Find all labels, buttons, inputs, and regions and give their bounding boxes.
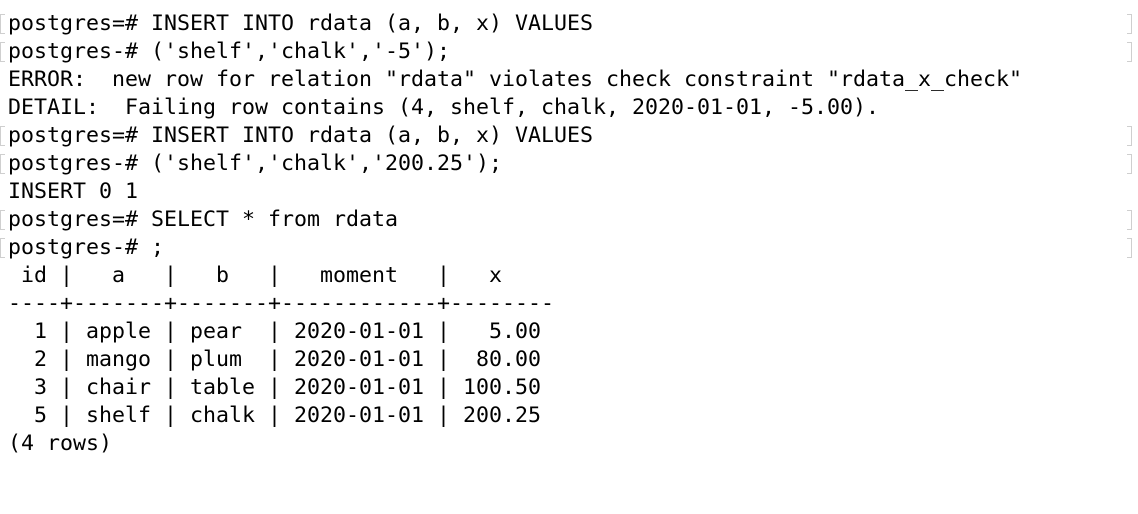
terminal-line: 1 | apple | pear | 2020-01-01 | 5.00	[0, 318, 1138, 346]
table-row: 3 | chair | table | 2020-01-01 | 100.50	[8, 375, 542, 400]
command-text: postgres=# INSERT INTO rdata (a, b, x) V…	[8, 11, 594, 36]
terminal-line: (4 rows)	[0, 430, 1138, 458]
line-mark-right	[1127, 42, 1132, 62]
line-mark-left	[0, 14, 5, 34]
terminal-line: postgres-# ('shelf','chalk','-5');	[0, 38, 1138, 66]
terminal-window[interactable]: postgres=# INSERT INTO rdata (a, b, x) V…	[0, 10, 1138, 472]
terminal-line: postgres=# INSERT INTO rdata (a, b, x) V…	[0, 10, 1138, 38]
terminal-line: postgres=# SELECT * from rdata	[0, 206, 1138, 234]
command-text: postgres-# ('shelf','chalk','-5');	[8, 39, 451, 64]
error-text: ERROR: new row for relation "rdata" viol…	[8, 67, 1023, 92]
table-row: 5 | shelf | chalk | 2020-01-01 | 200.25	[8, 403, 542, 428]
line-mark-left	[0, 42, 5, 62]
line-mark-right	[1127, 154, 1132, 174]
terminal-line: ----+-------+-------+------------+------…	[0, 290, 1138, 318]
line-mark-left	[0, 126, 5, 146]
line-mark-left	[0, 238, 5, 258]
line-mark-left	[0, 154, 5, 174]
command-text: postgres-# ;	[8, 235, 165, 260]
terminal-line: 5 | shelf | chalk | 2020-01-01 | 200.25	[0, 402, 1138, 430]
row-count-text: (4 rows)	[8, 431, 113, 456]
line-mark-right	[1127, 14, 1132, 34]
terminal-line: DETAIL: Failing row contains (4, shelf, …	[0, 94, 1138, 122]
terminal-line: postgres=# INSERT INTO rdata (a, b, x) V…	[0, 122, 1138, 150]
table-row: 2 | mango | plum | 2020-01-01 | 80.00	[8, 347, 542, 372]
command-text: postgres=# INSERT INTO rdata (a, b, x) V…	[8, 123, 594, 148]
terminal-line: postgres-# ('shelf','chalk','200.25');	[0, 150, 1138, 178]
command-text: postgres=# SELECT * from rdata	[8, 207, 399, 232]
result-text: INSERT 0 1	[8, 179, 139, 204]
table-header: id | a | b | moment | x	[8, 263, 503, 288]
detail-text: DETAIL: Failing row contains (4, shelf, …	[8, 95, 880, 120]
table-separator: ----+-------+-------+------------+------…	[8, 291, 555, 316]
terminal-line: id | a | b | moment | x	[0, 262, 1138, 290]
terminal-line: ERROR: new row for relation "rdata" viol…	[0, 66, 1138, 94]
terminal-line: postgres-# ;	[0, 234, 1138, 262]
terminal-line: INSERT 0 1	[0, 178, 1138, 206]
line-mark-right	[1127, 126, 1132, 146]
line-mark-right	[1127, 210, 1132, 230]
line-mark-left	[0, 210, 5, 230]
line-mark-right	[1127, 238, 1132, 258]
terminal-line: 2 | mango | plum | 2020-01-01 | 80.00	[0, 346, 1138, 374]
table-row: 1 | apple | pear | 2020-01-01 | 5.00	[8, 319, 542, 344]
command-text: postgres-# ('shelf','chalk','200.25');	[8, 151, 503, 176]
terminal-line: 3 | chair | table | 2020-01-01 | 100.50	[0, 374, 1138, 402]
